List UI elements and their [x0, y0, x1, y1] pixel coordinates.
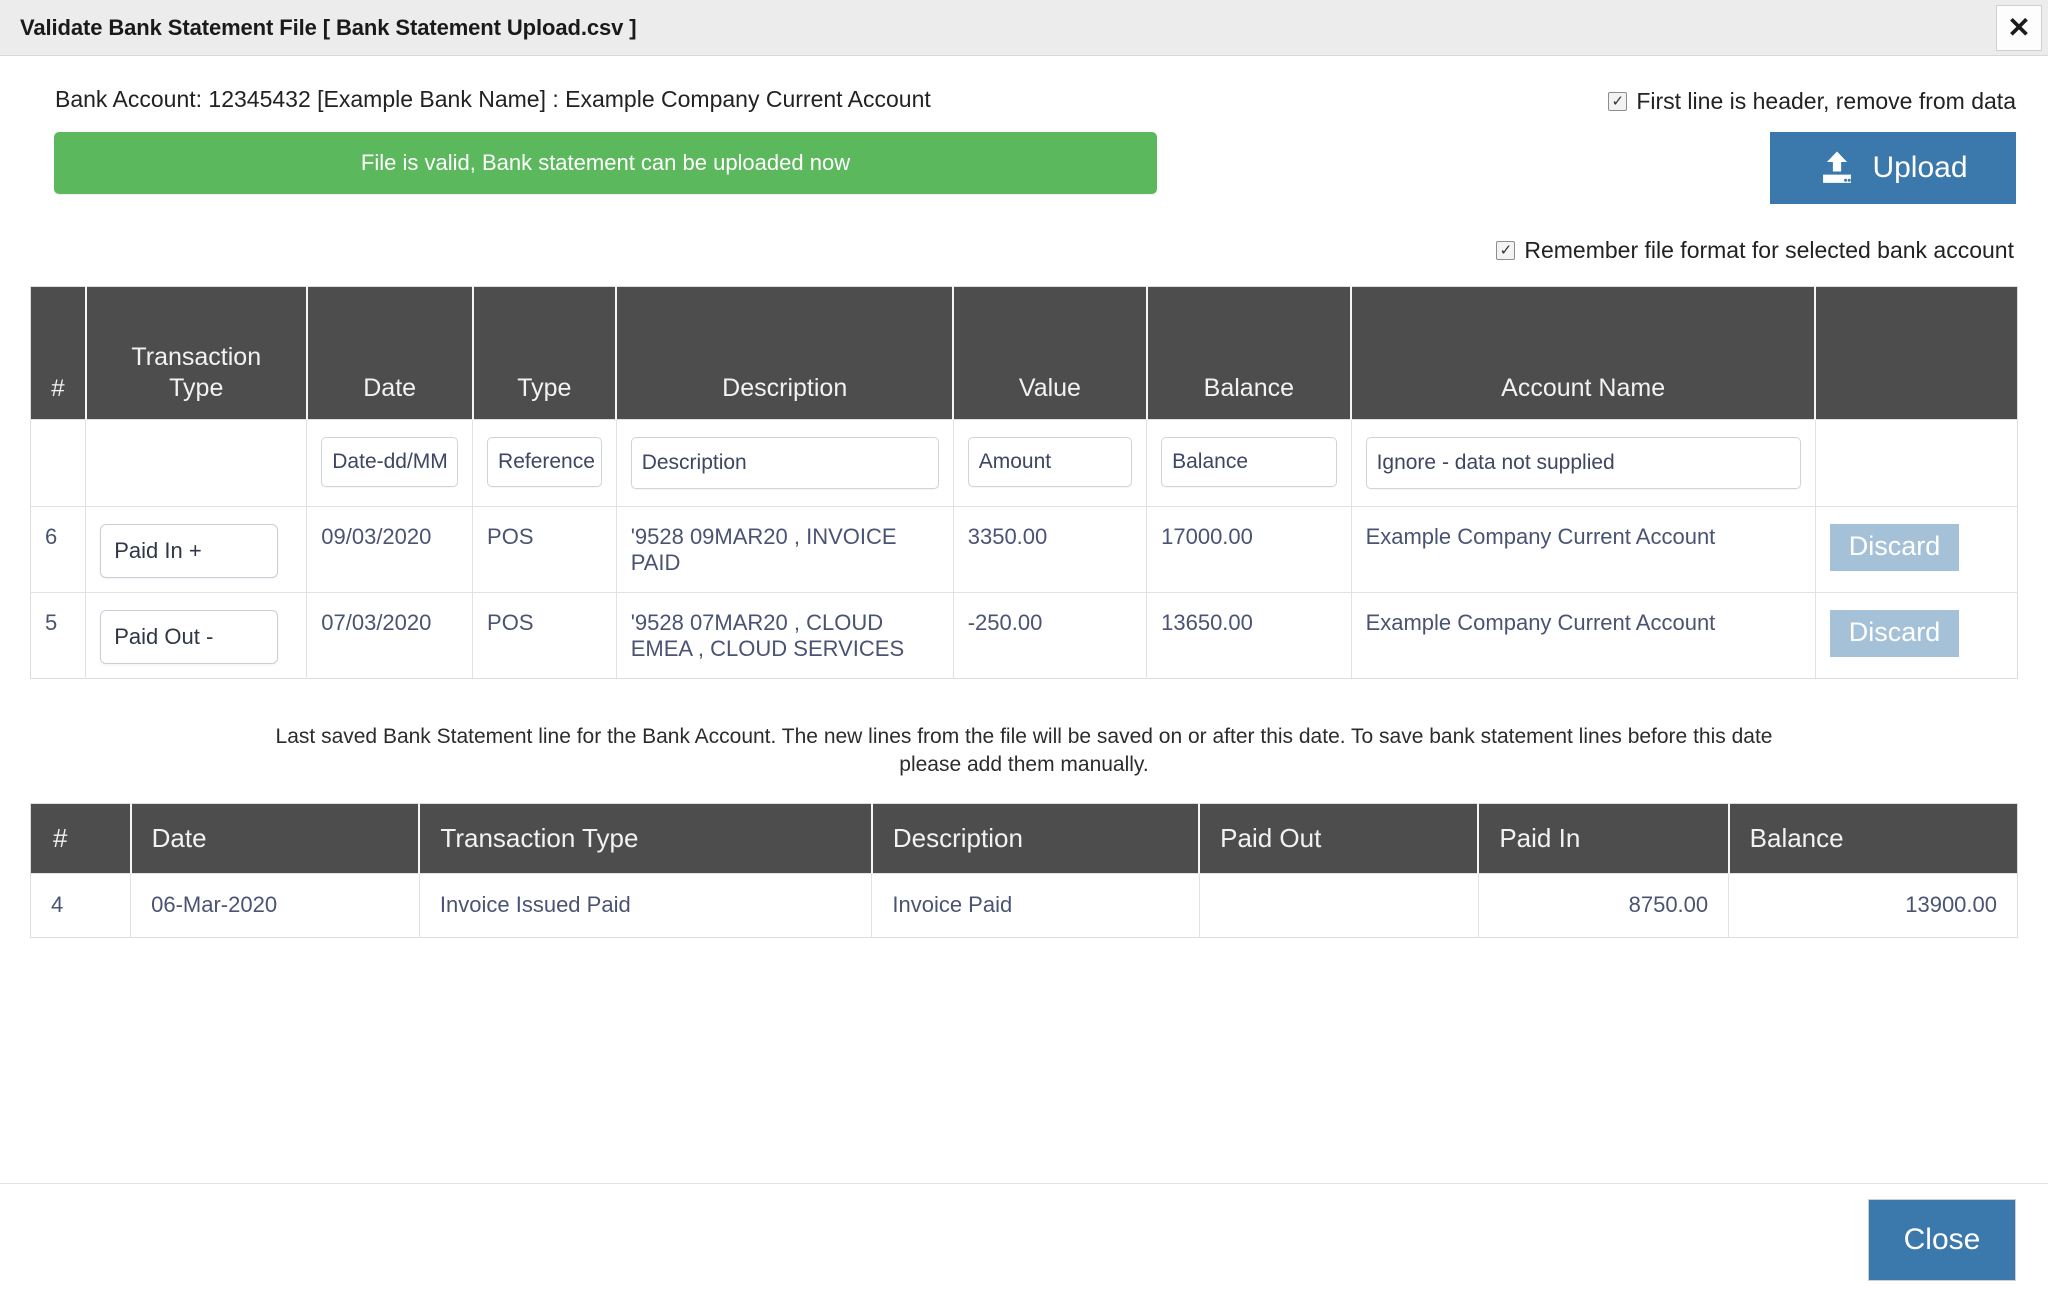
saved-row-paid-in: 8750.00: [1478, 872, 1730, 938]
dialog-titlebar: Validate Bank Statement File [ Bank Stat…: [0, 0, 2048, 56]
saved-column-header-description: Description: [871, 803, 1201, 874]
column-header-transaction-type: Transaction Type: [85, 286, 308, 420]
column-header-type: Type: [472, 286, 618, 420]
value-mapping-select[interactable]: Amount: [967, 437, 1133, 487]
mapping-cell-transaction-type: [85, 419, 308, 507]
row-actions: Discard: [1815, 506, 2018, 593]
column-header-description: Description: [616, 286, 955, 420]
dialog-footer: Close: [0, 1183, 2048, 1295]
row-type: POS: [472, 506, 617, 593]
discard-button[interactable]: Discard: [1829, 610, 1960, 657]
bank-account-label: Bank Account: 12345432 [Example Bank Nam…: [55, 86, 931, 112]
saved-row-date: 06-Mar-2020: [130, 872, 420, 938]
saved-row-balance: 13900.00: [1728, 872, 2018, 938]
column-header-transaction-type-line1: Transaction: [131, 343, 262, 371]
column-header-account-name: Account Name: [1351, 286, 1817, 420]
remember-format-label: Remember file format for selected bank a…: [1524, 237, 2014, 263]
column-mapping-row: Date-dd/MM Reference Description Amount …: [30, 419, 2018, 507]
first-line-header-label: First line is header, remove from data: [1636, 88, 2016, 114]
date-mapping-select[interactable]: Date-dd/MM: [321, 437, 459, 487]
saved-row-description: Invoice Paid: [871, 872, 1200, 938]
transaction-type-select[interactable]: Paid Out -: [100, 610, 279, 664]
row-type: POS: [472, 592, 617, 679]
remember-format-row: ✓ Remember file format for selected bank…: [30, 237, 2018, 264]
row-date: 09/03/2020: [306, 506, 474, 593]
row-value: -250.00: [953, 592, 1148, 679]
account-row: Bank Account: 12345432 [Example Bank Nam…: [30, 56, 2018, 115]
status-banner: File is valid, Bank statement can be upl…: [54, 132, 1157, 194]
close-button[interactable]: Close: [1868, 1198, 2016, 1281]
last-saved-statement-table: # Date Transaction Type Description Paid…: [30, 802, 2018, 938]
saved-row-number: 4: [30, 872, 132, 938]
column-header-num: #: [30, 286, 87, 420]
row-transaction-type-cell: Paid Out -: [85, 592, 308, 679]
column-header-value: Value: [953, 286, 1148, 420]
preview-table-header-row: # Transaction Type Date Type Description…: [30, 286, 2018, 420]
row-description: '9528 09MAR20 , INVOICE PAID: [616, 506, 954, 593]
column-header-balance: Balance: [1146, 286, 1353, 420]
remember-format-checkbox[interactable]: ✓: [1496, 241, 1516, 260]
row-transaction-type-cell: Paid In +: [85, 506, 308, 593]
table-row: 5 Paid Out - 07/03/2020 POS '9528 07MAR2…: [30, 592, 2018, 679]
mapping-cell-account-name: Ignore - data not supplied: [1351, 419, 1816, 507]
saved-table-header-row: # Date Transaction Type Description Paid…: [30, 803, 2018, 874]
file-preview-table: # Transaction Type Date Type Description…: [30, 286, 2018, 679]
saved-column-header-transaction-type: Transaction Type: [419, 803, 873, 874]
discard-button[interactable]: Discard: [1829, 524, 1960, 571]
column-header-date: Date: [306, 286, 474, 420]
validate-bank-statement-dialog: Validate Bank Statement File [ Bank Stat…: [0, 0, 2048, 1295]
status-and-upload-row: File is valid, Bank statement can be upl…: [30, 132, 2018, 204]
saved-column-header-paid-in: Paid In: [1478, 803, 1730, 874]
dialog-title: Validate Bank Statement File [ Bank Stat…: [20, 14, 637, 40]
account-name-mapping-select[interactable]: Ignore - data not supplied: [1365, 437, 1801, 489]
mapping-cell-num: [30, 419, 87, 507]
mapping-cell-date: Date-dd/MM: [306, 419, 474, 507]
upload-button-label: Upload: [1872, 151, 1968, 184]
saved-column-header-date: Date: [130, 803, 421, 874]
transaction-type-select[interactable]: Paid In +: [100, 524, 279, 578]
saved-column-header-paid-out: Paid Out: [1199, 803, 1480, 874]
saved-column-header-balance: Balance: [1728, 803, 2018, 874]
first-line-header-checkbox-group[interactable]: ✓ First line is header, remove from data: [1608, 76, 2018, 115]
row-account-name: Example Company Current Account: [1351, 506, 1816, 593]
dialog-body: Bank Account: 12345432 [Example Bank Nam…: [0, 56, 2048, 1183]
column-header-actions: [1815, 286, 2018, 420]
row-number: 5: [30, 592, 87, 679]
row-value: 3350.00: [953, 506, 1148, 593]
mapping-cell-description: Description: [616, 419, 954, 507]
mapping-cell-type: Reference: [472, 419, 617, 507]
remember-format-checkbox-group[interactable]: ✓ Remember file format for selected bank…: [1496, 237, 2016, 264]
close-icon[interactable]: ✕: [1996, 5, 2042, 51]
upload-icon: [1818, 149, 1856, 187]
table-row: 6 Paid In + 09/03/2020 POS '9528 09MAR20…: [30, 506, 2018, 593]
mapping-cell-balance: Balance: [1146, 419, 1352, 507]
saved-row-transaction-type: Invoice Issued Paid: [419, 872, 873, 938]
table-row: 4 06-Mar-2020 Invoice Issued Paid Invoic…: [30, 872, 2018, 938]
row-balance: 17000.00: [1146, 506, 1352, 593]
balance-mapping-select[interactable]: Balance: [1161, 437, 1337, 487]
first-line-header-checkbox[interactable]: ✓: [1608, 92, 1628, 111]
last-saved-note: Last saved Bank Statement line for the B…: [275, 725, 1773, 776]
type-mapping-select[interactable]: Reference: [487, 437, 602, 487]
mapping-cell-actions: [1815, 419, 2018, 507]
row-date: 07/03/2020: [306, 592, 474, 679]
row-description: '9528 07MAR20 , CLOUD EMEA , CLOUD SERVI…: [616, 592, 954, 679]
description-mapping-select[interactable]: Description: [630, 437, 939, 489]
saved-column-header-num: #: [30, 803, 132, 874]
mapping-cell-value: Amount: [953, 419, 1148, 507]
saved-row-paid-out: [1199, 872, 1479, 938]
row-number: 6: [30, 506, 87, 593]
row-balance: 13650.00: [1146, 592, 1352, 679]
upload-button[interactable]: Upload: [1770, 132, 2016, 204]
column-header-transaction-type-line2: Type: [169, 373, 224, 402]
row-actions: Discard: [1815, 592, 2018, 679]
row-account-name: Example Company Current Account: [1351, 592, 1816, 679]
